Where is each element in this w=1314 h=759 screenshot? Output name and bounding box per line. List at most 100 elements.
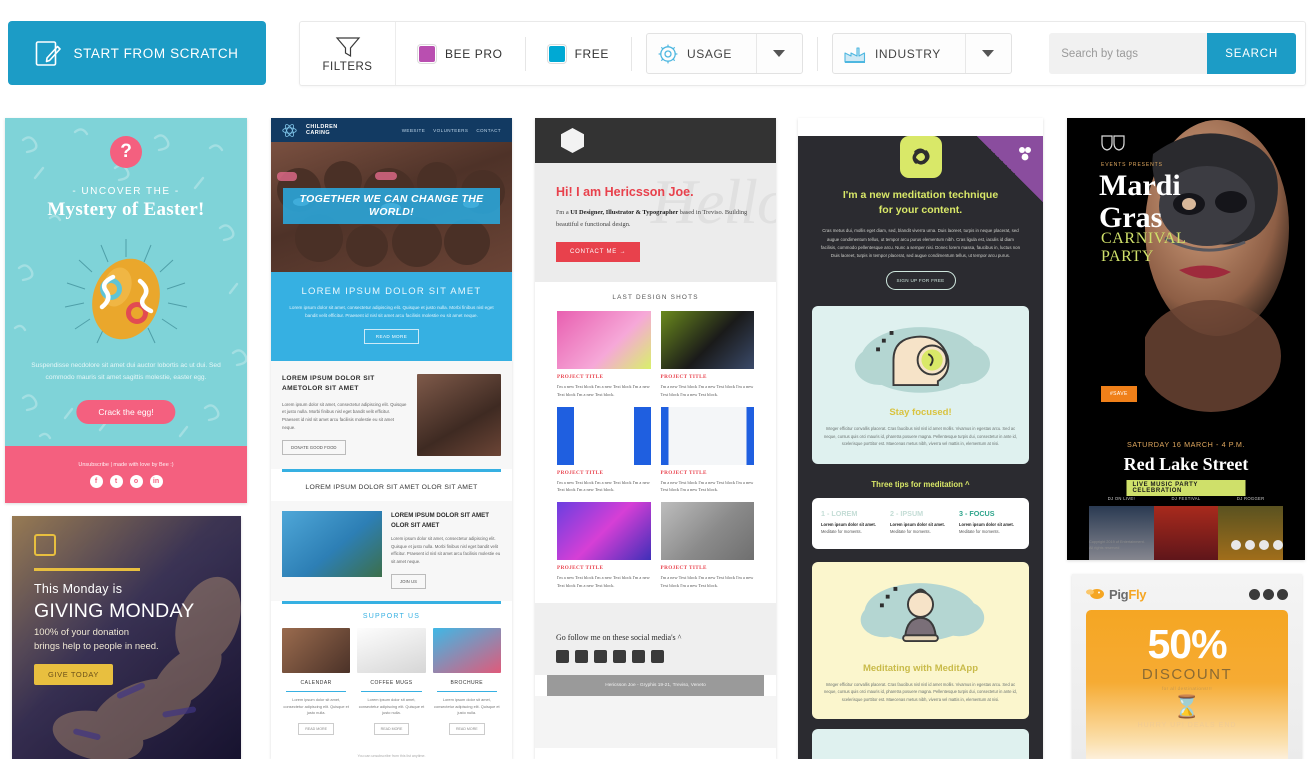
template-card-children-caring[interactable]: CHILDREN CARING WEBSITE VOLUNTEERS CONTA… (271, 118, 512, 759)
mardi-dj-labels: DJ ON LIVE! DJ FESTIVAL DJ ROGGER (1089, 496, 1283, 501)
pig-icon (1086, 586, 1106, 603)
youtube-icon[interactable] (1273, 539, 1283, 550)
facebook-icon[interactable] (556, 649, 569, 663)
children-sec1-title: LOREM IPSUM DOLOR SIT AMET (301, 286, 482, 297)
portfolio-section-title: LAST DESIGN SHOTS (612, 294, 699, 302)
start-from-scratch-button[interactable]: START FROM SCRATCH (8, 21, 266, 85)
portfolio-follow-text: Go follow me on these social media's ^ (556, 632, 682, 642)
give-today-button[interactable]: GIVE TODAY (34, 664, 114, 685)
vimeo-icon[interactable] (613, 649, 626, 663)
instagram-icon[interactable] (1259, 539, 1269, 550)
filters-toggle[interactable]: FILTERS (300, 22, 396, 85)
portfolio-shots-panel: LAST DESIGN SHOTS PROJECT TITLE I'm a ne… (547, 282, 764, 603)
template-card-giving-monday[interactable]: This Monday is GIVING MONDAY 100% of you… (12, 516, 241, 759)
template-card-easter[interactable]: ? - UNCOVER THE - Mystery of Easter! Sus… (5, 118, 247, 503)
crack-the-egg-button[interactable]: Crack the egg! (76, 400, 176, 424)
mugs-rule (361, 690, 422, 692)
linkedin-icon[interactable] (651, 649, 664, 663)
project-item[interactable]: PROJECT TITLE I'm a new Text block I'm a… (660, 311, 754, 398)
product-brochure[interactable]: BROCHURE Lorem ipsum dolor sit amet, con… (432, 627, 501, 735)
instagram-icon[interactable] (594, 649, 607, 663)
project-item[interactable]: PROJECT TITLE I'm a new Text block I'm a… (660, 406, 754, 494)
app-badge-icon (1017, 146, 1033, 165)
facebook-icon[interactable] (1231, 539, 1241, 550)
product-coffee-mugs[interactable]: COFFEE MUGS Lorem ipsum dolor sit amet, … (357, 627, 426, 735)
search-input[interactable] (1049, 33, 1208, 74)
meditation-app-card: Meditating with MeditApp Integer efficit… (812, 561, 1029, 720)
children-sec2-title: LOREM IPSUM DOLOR SIT AMETOLOR SIT AMET (282, 374, 375, 393)
pigfly-header: PigFly (1086, 583, 1288, 605)
filter-chip-bee-pro[interactable]: BEE PRO (396, 22, 525, 85)
nav-contact[interactable]: CONTACT (476, 128, 501, 133)
googleplus-icon[interactable] (1277, 588, 1288, 600)
project-thumb (557, 502, 651, 561)
project-title: PROJECT TITLE (660, 565, 707, 572)
twitter-icon[interactable] (1245, 539, 1255, 550)
mugs-read-more[interactable]: READ MORE (373, 722, 410, 735)
brochure-read-more[interactable]: READ MORE (448, 722, 485, 735)
med-head-c: for your content. (878, 204, 963, 217)
project-thumb (660, 406, 754, 465)
product-calendar[interactable]: CALENDAR Lorem ipsum dolor sit amet, con… (282, 627, 351, 735)
easter-footer: Unsubscribe | made with love by Bee :) f… (5, 446, 247, 503)
usage-caret[interactable] (755, 34, 802, 73)
project-item[interactable]: PROJECT TITLE I'm a new Text block I'm a… (557, 311, 651, 398)
project-item[interactable]: PROJECT TITLE I'm a new Text block I'm a… (660, 502, 754, 589)
twitter-icon[interactable] (1263, 588, 1274, 600)
template-card-mardi-gras[interactable]: EVENTS PRESENTS Mardi Gras CARNIVAL PARTY … (1067, 118, 1305, 560)
theater-masks-icon (1101, 134, 1125, 156)
project-item[interactable]: PROJECT TITLE I'm a new Text block I'm a… (557, 406, 651, 494)
meditapp-title: Meditating with MeditApp (862, 662, 979, 674)
project-title: PROJECT TITLE (660, 469, 707, 476)
search-button[interactable]: SEARCH (1207, 33, 1296, 74)
project-desc: I'm a new Text block I'm a new Text bloc… (660, 479, 754, 493)
mardi-sub-2: PARTY (1101, 247, 1155, 265)
linkedin-icon[interactable]: in (149, 474, 163, 488)
industry-dropdown[interactable]: INDUSTRY (831, 33, 1012, 74)
portfolio-intro: Hello Hi! I am Hericsson Joe. I'm a UI D… (535, 163, 776, 283)
gear-icon (647, 44, 687, 64)
template-card-meditation[interactable]: I'm a new meditation technique for your c… (798, 118, 1043, 759)
project-desc: I'm a new Text block I'm a new Text bloc… (660, 575, 754, 588)
mardi-live-banner: LIVE MUSIC PARTY CELEBRATION (1126, 480, 1246, 496)
join-us-button[interactable]: JOIN US (391, 573, 426, 589)
giving-logo-icon (34, 534, 56, 556)
usage-dropdown[interactable]: USAGE (645, 33, 803, 74)
instagram-icon[interactable]: o (129, 474, 143, 488)
calendar-read-more[interactable]: READ MORE (298, 722, 335, 735)
mardi-presents: EVENTS PRESENTS (1101, 162, 1163, 168)
nav-website[interactable]: WEBSITE (402, 128, 425, 133)
tips-a: Three tips for (871, 479, 924, 489)
tip-3-number: 3 - FOCUS (959, 508, 995, 518)
template-card-pigfly[interactable]: PigFly 50% DISCOUNT for all destinations… (1072, 574, 1302, 759)
project-thumb (660, 311, 754, 370)
search-group: SEARCH (1049, 33, 1305, 74)
sign-up-free-button[interactable]: SIGN UP FOR FREE (885, 271, 956, 290)
children-hero-text: TOGETHER WE CAN CHANGE THE WORLD! (283, 188, 500, 225)
children-read-more-button[interactable]: READ MORE (363, 328, 420, 344)
meditation-knot-icon (899, 136, 942, 178)
industry-caret[interactable] (964, 34, 1011, 73)
nav-volunteers[interactable]: VOLUNTEERS (433, 128, 468, 133)
donate-good-food-button[interactable]: DONATE GOOD FOOD (282, 439, 346, 455)
twitter-icon[interactable] (575, 649, 588, 663)
project-desc: I'm a new Text block I'm a new Text bloc… (660, 384, 754, 397)
facebook-icon[interactable] (1249, 588, 1260, 600)
meditation-focus-card: Stay focused! Integer efficitur convalli… (812, 306, 1029, 464)
mardi-save-tag[interactable]: #SAVE (1101, 386, 1137, 402)
facebook-icon[interactable]: f (89, 474, 103, 488)
brochure-rule (436, 690, 497, 692)
dj-label-2: DJ FESTIVAL (1171, 496, 1201, 501)
pigfly-socials (1249, 588, 1288, 600)
easter-title: Mystery of Easter! (47, 199, 205, 220)
project-item[interactable]: PROJECT TITLE I'm a new Text block I'm a… (557, 502, 651, 589)
dj-label-1: DJ ON LIVE! (1107, 496, 1135, 501)
contact-me-button[interactable]: CONTACT ME → (556, 242, 641, 263)
free-label: FREE (574, 46, 609, 61)
pinterest-icon[interactable] (632, 649, 645, 663)
children-support-heading: SUPPORT US (362, 612, 421, 620)
template-card-portfolio[interactable]: Hello Hi! I am Hericsson Joe. I'm a UI D… (535, 118, 776, 759)
filter-chip-free[interactable]: FREE (526, 22, 631, 85)
pigfly-percent: 50% (1147, 621, 1227, 667)
twitter-icon[interactable]: t (109, 474, 123, 488)
